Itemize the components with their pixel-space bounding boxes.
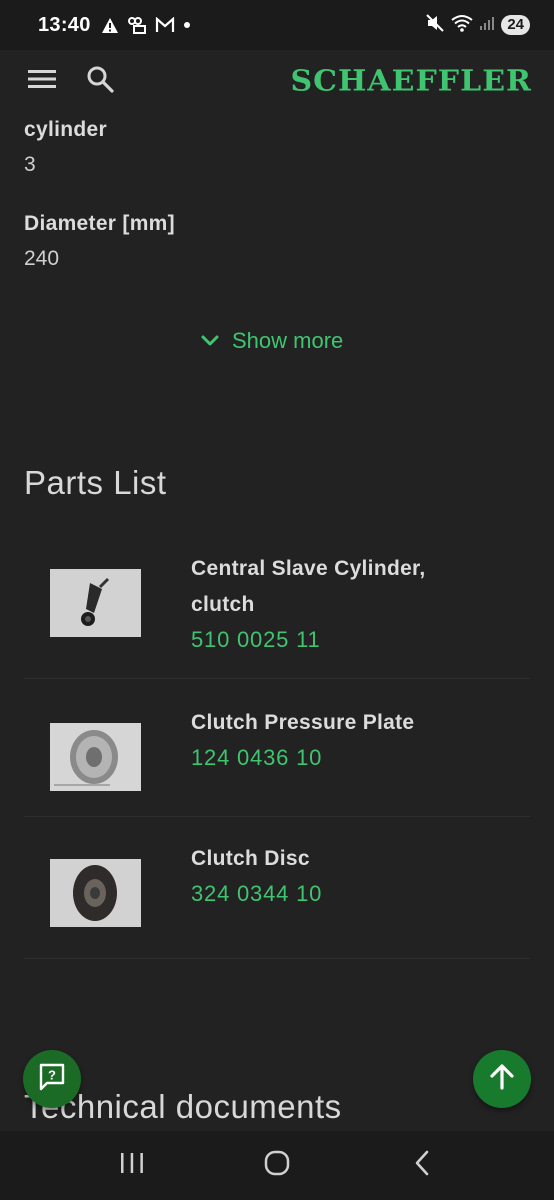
menu-icon bbox=[28, 68, 56, 95]
spec-cylinder: cylinder 3 bbox=[24, 118, 107, 177]
part-info: Central Slave Cylinder, clutch 510 0025 … bbox=[191, 551, 426, 657]
warning-icon bbox=[101, 17, 119, 34]
app-bar: SCHAEFFLER bbox=[0, 50, 554, 112]
parts-list-title: Parts List bbox=[24, 464, 167, 501]
part-number[interactable]: 124 0436 10 bbox=[191, 741, 414, 775]
part-number[interactable]: 510 0025 11 bbox=[191, 623, 426, 657]
part-item[interactable]: Clutch Disc 324 0344 10 bbox=[24, 841, 530, 959]
brand-logo[interactable]: SCHAEFFLER bbox=[290, 64, 532, 97]
search-icon bbox=[86, 65, 114, 98]
feedback-icon: ? bbox=[37, 1062, 67, 1097]
svg-text:?: ? bbox=[48, 1067, 56, 1082]
spec-label: Diameter [mm] bbox=[24, 212, 175, 235]
part-item[interactable]: Central Slave Cylinder, clutch 510 0025 … bbox=[24, 551, 530, 679]
spec-value: 3 bbox=[24, 153, 36, 176]
voicemail-icon bbox=[127, 16, 147, 34]
part-name: Clutch Disc bbox=[191, 847, 310, 870]
part-image-pressure-plate bbox=[50, 723, 141, 791]
status-system-icons: 24 bbox=[425, 13, 530, 37]
dot-icon bbox=[183, 21, 191, 29]
part-image-clutch-disc bbox=[50, 859, 141, 927]
part-name-line: clutch bbox=[191, 593, 255, 616]
status-time: 13:40 bbox=[38, 13, 91, 36]
recent-apps-button[interactable] bbox=[102, 1141, 162, 1191]
part-number[interactable]: 324 0344 10 bbox=[191, 877, 322, 911]
part-item[interactable]: Clutch Pressure Plate 124 0436 10 bbox=[24, 705, 530, 817]
spec-label: cylinder bbox=[24, 118, 107, 141]
signal-icon bbox=[479, 15, 495, 36]
status-notification-icons bbox=[101, 16, 191, 34]
system-nav-bar bbox=[0, 1131, 554, 1200]
wifi-icon bbox=[451, 14, 473, 37]
recent-apps-icon bbox=[119, 1151, 145, 1180]
show-more-label: Show more bbox=[232, 328, 344, 353]
screen: 13:40 24 SCHAEFFLER cylinder 3 Diameter … bbox=[0, 0, 554, 1200]
arrow-up-icon bbox=[488, 1063, 516, 1096]
part-info: Clutch Disc 324 0344 10 bbox=[191, 841, 322, 911]
show-more-button[interactable]: Show more bbox=[200, 326, 343, 356]
status-bar: 13:40 24 bbox=[0, 0, 554, 50]
home-button[interactable] bbox=[247, 1141, 307, 1191]
mute-icon bbox=[425, 13, 445, 37]
spec-value: 240 bbox=[24, 247, 60, 270]
scroll-to-top-button[interactable] bbox=[473, 1050, 531, 1108]
spec-diameter: Diameter [mm] 240 bbox=[24, 212, 175, 271]
part-image-slave-cylinder bbox=[50, 569, 141, 637]
menu-button[interactable] bbox=[26, 65, 58, 97]
chevron-down-icon bbox=[200, 328, 220, 354]
search-button[interactable] bbox=[84, 65, 116, 97]
part-name-line: Central Slave Cylinder, bbox=[191, 557, 426, 580]
part-info: Clutch Pressure Plate 124 0436 10 bbox=[191, 705, 414, 775]
back-icon bbox=[412, 1150, 432, 1181]
feedback-button[interactable]: ? bbox=[23, 1050, 81, 1108]
back-button[interactable] bbox=[392, 1141, 452, 1191]
gmail-icon bbox=[155, 17, 175, 33]
part-name: Clutch Pressure Plate bbox=[191, 711, 415, 734]
part-name: Central Slave Cylinder, clutch bbox=[191, 551, 426, 623]
battery-indicator: 24 bbox=[501, 15, 530, 35]
home-icon bbox=[264, 1150, 290, 1181]
